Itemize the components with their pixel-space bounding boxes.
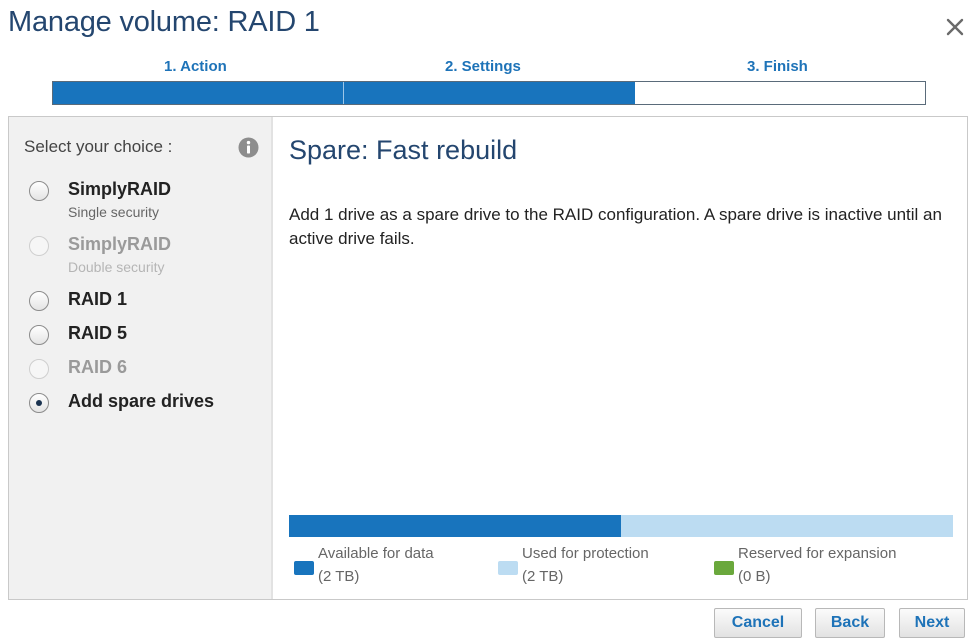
legend-swatch-expansion (714, 561, 734, 575)
legend-value: (2 TB) (522, 568, 564, 585)
capacity-available-fill (289, 515, 621, 537)
radio-button (29, 236, 49, 256)
option-subtitle: Single security (68, 204, 160, 220)
option-title: SimplyRAID (68, 179, 172, 199)
option-description: Add 1 drive as a spare drive to the RAID… (289, 205, 942, 248)
option-title: SimplyRAID (68, 234, 172, 254)
radio-button[interactable] (29, 291, 49, 311)
content-panel: Select your choice : SimplyRAID Single s… (8, 116, 968, 600)
radio-button[interactable] (29, 325, 49, 345)
back-button[interactable]: Back (815, 608, 885, 638)
cancel-button[interactable]: Cancel (714, 608, 802, 638)
radio-dot (36, 400, 42, 406)
option-subtitle: Double security (68, 259, 165, 275)
legend-value: (0 B) (738, 568, 771, 585)
radio-button[interactable] (29, 181, 49, 201)
legend-label: Used for protection (522, 545, 649, 562)
legend-label: Available for data (318, 545, 434, 562)
legend-swatch-available (294, 561, 314, 575)
option-title: RAID 5 (68, 323, 128, 343)
dialog-title: Manage volume: RAID 1 (8, 6, 320, 38)
step-action-label: 1. Action (164, 58, 227, 75)
step-settings-label: 2. Settings (445, 58, 521, 75)
choice-sidebar: Select your choice : SimplyRAID Single s… (9, 117, 273, 599)
next-button[interactable]: Next (899, 608, 965, 638)
option-heading: Spare: Fast rebuild (289, 135, 518, 165)
legend-label: Reserved for expansion (738, 545, 897, 562)
capacity-usage-bar (289, 515, 953, 537)
progress-divider (343, 82, 344, 104)
select-choice-label: Select your choice : (24, 137, 173, 156)
option-title: RAID 6 (68, 357, 128, 377)
option-title: Add spare drives (68, 391, 215, 411)
radio-button (29, 359, 49, 379)
option-title: RAID 1 (68, 289, 128, 309)
legend-value: (2 TB) (318, 568, 360, 585)
close-icon[interactable] (942, 14, 968, 40)
radio-button-selected[interactable] (29, 393, 49, 413)
wizard-progress-bar (52, 81, 926, 105)
legend-swatch-protection (498, 561, 518, 575)
info-icon[interactable] (238, 137, 259, 158)
step-finish-label: 3. Finish (747, 58, 808, 75)
wizard-steps: 1. Action 2. Settings 3. Finish (52, 58, 926, 78)
